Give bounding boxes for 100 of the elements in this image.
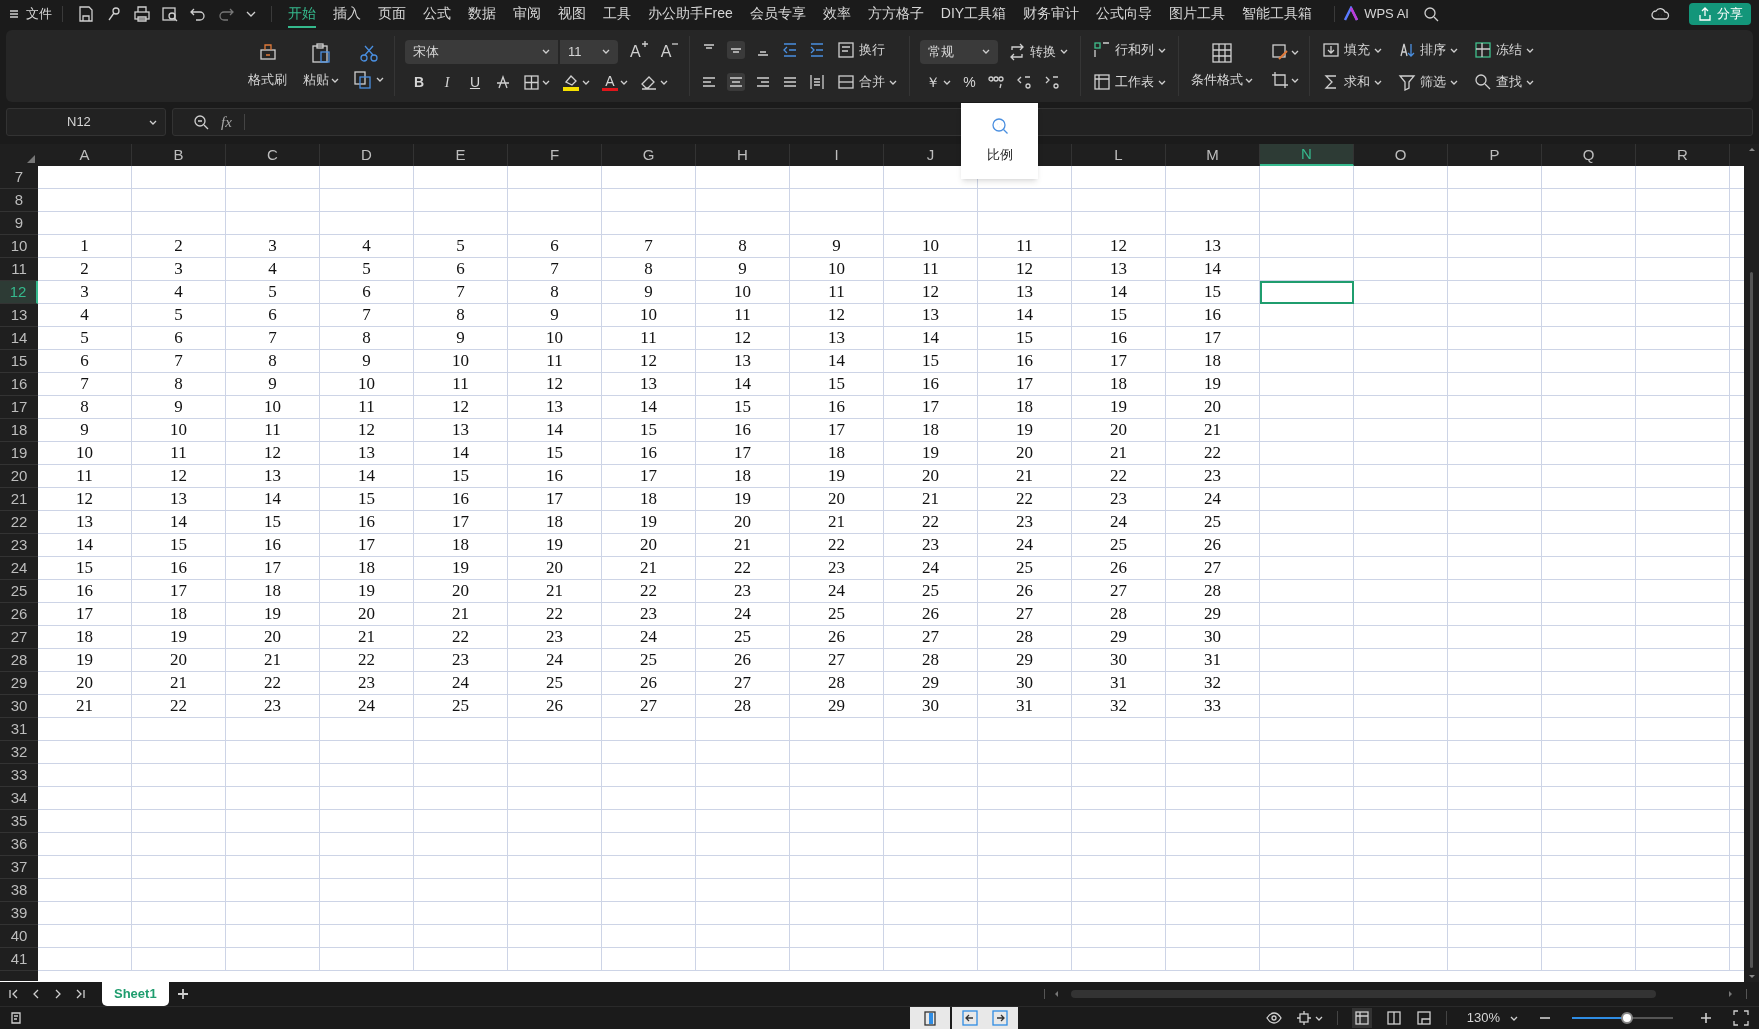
row-header[interactable]: 13 <box>0 304 38 327</box>
name-box[interactable]: N12 <box>6 108 166 136</box>
column-header[interactable]: N <box>1260 144 1354 166</box>
row-header[interactable]: 32 <box>0 741 38 764</box>
row-header[interactable]: 37 <box>0 856 38 879</box>
font-size-dropdown[interactable]: 11 <box>560 39 618 64</box>
grow-font-button[interactable]: A <box>630 39 649 64</box>
wps-ai-button[interactable]: WPS AI <box>1343 4 1409 24</box>
ribbon-tab[interactable]: 会员专享 <box>749 0 806 28</box>
row-header[interactable]: 35 <box>0 810 38 833</box>
column-header[interactable]: C <box>226 144 320 166</box>
row-header[interactable]: 19 <box>0 442 38 465</box>
row-header[interactable]: 9 <box>0 212 38 235</box>
ribbon-tab[interactable]: 办公助手Free <box>648 0 733 28</box>
row-header[interactable]: 41 <box>0 948 38 971</box>
cloud-icon[interactable] <box>1651 5 1671 23</box>
zoom-icon[interactable] <box>193 114 209 130</box>
column-header[interactable]: I <box>790 144 884 166</box>
column-header[interactable]: R <box>1636 144 1730 166</box>
next-page-icon[interactable] <box>992 1010 1008 1026</box>
column-header[interactable]: O <box>1354 144 1448 166</box>
ribbon-tab[interactable]: 审阅 <box>513 0 541 28</box>
filter-button[interactable]: 筛选 <box>1396 70 1461 94</box>
merge-button[interactable]: 合并 <box>835 70 900 94</box>
fill-button[interactable]: 填充 <box>1320 38 1385 62</box>
distribute-icon[interactable] <box>808 73 827 91</box>
row-header[interactable]: 39 <box>0 902 38 925</box>
page-icon[interactable] <box>922 1010 938 1026</box>
row-header[interactable]: 18 <box>0 419 38 442</box>
format-painter-button[interactable]: 格式刷 <box>246 42 289 90</box>
share-button[interactable]: 分享 <box>1689 3 1751 25</box>
row-header[interactable]: 14 <box>0 327 38 350</box>
row-header[interactable]: 30 <box>0 695 38 718</box>
page-layout-icon[interactable] <box>1385 1010 1402 1026</box>
column-header[interactable]: G <box>602 144 696 166</box>
column-header[interactable]: L <box>1072 144 1166 166</box>
copy-button[interactable] <box>353 69 384 90</box>
thousands-separator-icon[interactable] <box>987 74 1004 90</box>
row-header[interactable]: 7 <box>0 166 38 189</box>
ribbon-tab[interactable]: 智能工具箱 <box>1242 0 1313 28</box>
file-menu[interactable]: 文件 <box>0 0 62 28</box>
ribbon-tab[interactable]: DIY工具箱 <box>940 0 1007 28</box>
ribbon-tab[interactable]: 视图 <box>558 0 586 28</box>
border-icon[interactable] <box>523 73 540 91</box>
conditional-format-button[interactable]: 条件格式 <box>1189 42 1256 90</box>
cell-style-icon[interactable] <box>1271 43 1290 61</box>
shrink-font-button[interactable]: A <box>660 39 680 64</box>
vertical-scrollbar[interactable] <box>1744 144 1759 982</box>
italic-button[interactable]: I <box>439 71 455 93</box>
row-header[interactable]: 26 <box>0 603 38 626</box>
sort-button[interactable]: 排序 <box>1396 38 1461 62</box>
next-sheet-icon[interactable] <box>53 988 63 1000</box>
fill-color-icon[interactable] <box>562 73 580 91</box>
row-header[interactable]: 12 <box>0 281 38 304</box>
scroll-left-icon[interactable] <box>1053 990 1061 998</box>
column-header[interactable]: P <box>1448 144 1542 166</box>
row-header[interactable]: 8 <box>0 189 38 212</box>
row-header[interactable]: 31 <box>0 718 38 741</box>
zoom-slider-thumb[interactable] <box>1620 1012 1633 1024</box>
column-header[interactable]: D <box>320 144 414 166</box>
find-button[interactable]: 查找 <box>1472 70 1537 94</box>
row-header[interactable]: 24 <box>0 557 38 580</box>
paste-button[interactable]: 粘贴 <box>301 42 341 90</box>
row-header[interactable]: 23 <box>0 534 38 557</box>
page-break-icon[interactable] <box>1415 1010 1432 1026</box>
ribbon-tab[interactable]: 开始 <box>288 0 316 28</box>
row-header[interactable]: 40 <box>0 925 38 948</box>
ribbon-tab[interactable]: 财务审计 <box>1023 0 1080 28</box>
row-header[interactable]: 17 <box>0 396 38 419</box>
scroll-right-icon[interactable] <box>1726 990 1734 998</box>
print-preview-icon[interactable] <box>161 5 179 23</box>
currency-button[interactable]: ￥ <box>926 71 952 93</box>
column-header[interactable]: E <box>414 144 508 166</box>
ribbon-tab[interactable]: 图片工具 <box>1169 0 1226 28</box>
column-header[interactable]: F <box>508 144 602 166</box>
ribbon-tab[interactable]: 页面 <box>378 0 406 28</box>
horizontal-scrollbar[interactable] <box>1071 990 1656 998</box>
sum-button[interactable]: 求和 <box>1320 70 1385 94</box>
move-icon[interactable] <box>1295 1010 1312 1026</box>
rows-columns-button[interactable]: 行和列 <box>1091 38 1169 62</box>
row-header[interactable]: 28 <box>0 649 38 672</box>
wrap-text-button[interactable]: 换行 <box>835 38 888 62</box>
column-header[interactable]: B <box>132 144 226 166</box>
row-header[interactable]: 16 <box>0 373 38 396</box>
ribbon-tab[interactable]: 公式向导 <box>1096 0 1153 28</box>
macro-icon[interactable] <box>10 1011 22 1025</box>
ribbon-tab[interactable]: 公式 <box>423 0 451 28</box>
decrease-decimal-icon[interactable] <box>1043 74 1060 90</box>
zoom-in-icon[interactable] <box>1699 1012 1713 1024</box>
eye-icon[interactable] <box>1265 1010 1282 1026</box>
column-header[interactable]: Q <box>1542 144 1636 166</box>
percent-button[interactable]: % <box>963 71 976 93</box>
column-header[interactable]: A <box>38 144 132 166</box>
row-header[interactable]: 29 <box>0 672 38 695</box>
bold-button[interactable]: B <box>411 71 427 93</box>
row-header[interactable]: 22 <box>0 511 38 534</box>
row-header[interactable]: 21 <box>0 488 38 511</box>
fullscreen-icon[interactable] <box>1733 1010 1749 1026</box>
zoom-level-dropdown[interactable]: 130% <box>1466 1008 1518 1028</box>
zoom-tooltip[interactable]: 比例 <box>961 103 1038 179</box>
